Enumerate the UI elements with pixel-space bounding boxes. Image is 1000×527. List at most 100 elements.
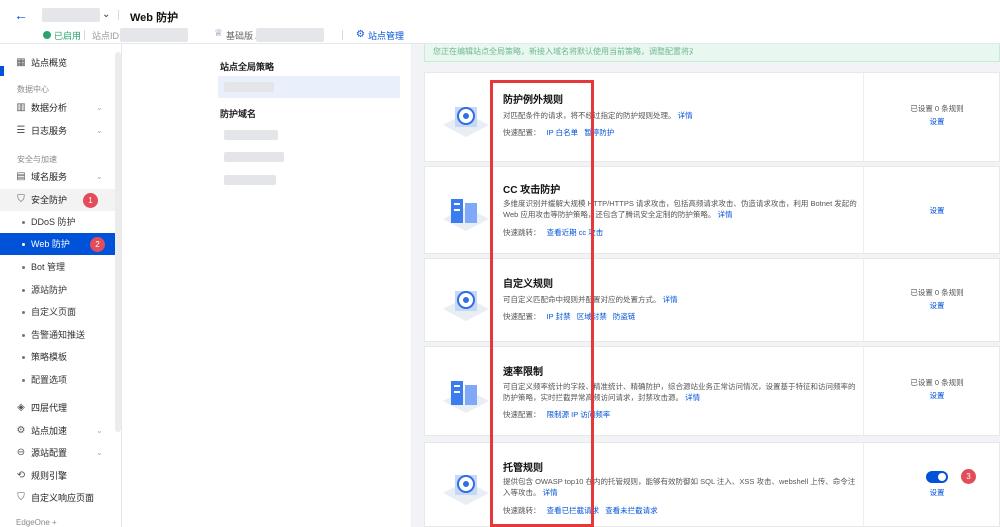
card-divider bbox=[863, 347, 864, 435]
card-desc: 可自定义匹配命中规则并配置对应的处置方式。 详情 bbox=[503, 294, 861, 305]
set-button[interactable]: 设置 bbox=[877, 300, 997, 311]
sidebar-scrollbar[interactable] bbox=[115, 52, 121, 432]
shield-icon: ⛉ bbox=[17, 194, 25, 205]
detail-link[interactable]: 详情 bbox=[543, 488, 558, 497]
quick-link-region-ban[interactable]: 区域封禁 bbox=[577, 312, 607, 321]
crown-icon: ♕ bbox=[214, 28, 223, 39]
sidebar-item-policy-template[interactable]: 策略模板 bbox=[0, 346, 115, 368]
sidebar-item-origin-protection[interactable]: 源站防护 bbox=[0, 279, 115, 301]
quick-link-ip-ban[interactable]: IP 封禁 bbox=[547, 312, 571, 321]
arrow-left-icon[interactable]: ← bbox=[14, 8, 28, 22]
server-illustration-icon bbox=[443, 199, 489, 231]
detail-link[interactable]: 详情 bbox=[663, 295, 678, 304]
quick-link-view-cc-attacks[interactable]: 查看近期 cc 攻击 bbox=[547, 228, 604, 237]
main-content: 您正在编辑站点全局策略，新接入域名将默认使用当前策略，调整配置将对 3 个域名生… bbox=[412, 44, 1000, 527]
strategy-panel: 站点全局策略 防护域名 bbox=[122, 44, 412, 527]
card-desc-text: 可自定义频率统计的字段、精准统计、精确防护，综合源站业务正常访问情况，设置基于特… bbox=[503, 382, 856, 402]
sidebar-item-ddos[interactable]: DDoS 防护 bbox=[0, 211, 115, 233]
plan-redacted bbox=[256, 28, 324, 42]
card-desc: 提供包含 OWASP top10 在内的托管规则，能够有效防御如 SQL 注入、… bbox=[503, 476, 861, 498]
rule-icon: ⟲ bbox=[16, 470, 26, 481]
detail-link[interactable]: 详情 bbox=[685, 393, 700, 402]
sidebar-item-acceleration[interactable]: ⚙ 站点加速 ⌄ bbox=[0, 420, 115, 442]
site-management-link[interactable]: 站点管理 bbox=[368, 29, 404, 42]
sidebar-item-l4-proxy[interactable]: ◈ 四层代理 bbox=[0, 397, 115, 419]
set-button[interactable]: 设置 bbox=[877, 205, 997, 216]
nav-group-security-acceleration: 安全与加速 bbox=[17, 155, 57, 164]
bullet-dot bbox=[22, 266, 25, 269]
card-action-area: 设置 bbox=[877, 203, 997, 216]
quick-link-limit-ip-rate[interactable]: 限制源 IP 访问频率 bbox=[547, 410, 611, 419]
chevron-down-icon: ⌄ bbox=[96, 103, 103, 112]
bullet-dot bbox=[22, 334, 25, 337]
domain-item-redacted[interactable] bbox=[224, 152, 284, 162]
card-divider bbox=[863, 259, 864, 341]
card-title: 托管规则 bbox=[503, 463, 543, 474]
check-circle-icon bbox=[43, 31, 51, 39]
folder-icon: ▤ bbox=[16, 171, 26, 182]
card-desc: 可自定义频率统计的字段、精准统计、精确防护，综合源站业务正常访问情况，设置基于特… bbox=[503, 381, 861, 403]
chevron-down-icon[interactable]: ⌄ bbox=[102, 8, 114, 22]
strategy-redacted bbox=[224, 82, 274, 92]
shield-illustration-icon bbox=[443, 107, 489, 137]
domain-item-redacted[interactable] bbox=[224, 175, 276, 185]
quick-link-ip-whitelist[interactable]: IP 白名单 bbox=[547, 128, 579, 137]
quick-link-view-blocked[interactable]: 查看已拦截请求 bbox=[547, 506, 600, 515]
bullet-dot bbox=[22, 356, 25, 359]
layers-icon: ◈ bbox=[17, 402, 25, 413]
bullet-dot bbox=[22, 289, 25, 292]
sidebar-item-log-service[interactable]: ☰ 日志服务 ⌄ bbox=[0, 120, 115, 142]
quick-link-anti-leech[interactable]: 防盗链 bbox=[613, 312, 636, 321]
sidebar-item-rule-engine[interactable]: ⟲ 规则引擎 bbox=[0, 465, 115, 487]
card-title: 防护例外规则 bbox=[503, 95, 563, 106]
bullet-dot bbox=[22, 221, 25, 224]
server-icon: ⊖ bbox=[16, 447, 26, 458]
sidebar-item-custom-page[interactable]: 自定义页面 bbox=[0, 301, 115, 323]
card-action-area: 已设置 0 条规则 设置 bbox=[877, 377, 997, 401]
quick-link-view-unblocked[interactable]: 查看未拦截请求 bbox=[605, 506, 658, 515]
set-button[interactable]: 设置 bbox=[877, 116, 997, 127]
global-strategy-label: 站点全局策略 bbox=[220, 62, 275, 72]
sidebar-item-domain-service[interactable]: ▤ 域名服务 ⌄ bbox=[0, 166, 115, 188]
card-action-area: 设置 3 bbox=[877, 469, 997, 498]
card-desc-text: 可自定义匹配命中规则并配置对应的处置方式。 bbox=[503, 295, 661, 304]
sidebar-item-origin-config[interactable]: ⊖ 源站配置 ⌄ bbox=[0, 442, 115, 464]
managed-rules-toggle[interactable] bbox=[926, 471, 948, 483]
sidebar-item-overview[interactable]: ▦ 站点概览 bbox=[0, 52, 115, 74]
bullet-dot bbox=[22, 311, 25, 314]
card-desc-text: 对匹配条件的请求，将不经过指定的防护规则处理。 bbox=[503, 111, 676, 120]
sidebar-item-alert-push[interactable]: 告警通知推送 bbox=[0, 324, 115, 346]
sidebar-item-security[interactable]: ⛉ 安全防护 1 bbox=[0, 189, 115, 211]
sidebar-item-config-options[interactable]: 配置选项 bbox=[0, 369, 115, 391]
set-button[interactable]: 设置 bbox=[877, 390, 997, 401]
nav-group-edgeone: EdgeOne + bbox=[16, 518, 57, 527]
notice-text: 您正在编辑站点全局策略，新接入域名将默认使用当前策略，调整配置将对 3 个域名生… bbox=[433, 47, 693, 56]
quick-label: 快速配置： bbox=[503, 128, 541, 137]
grid-icon: ▦ bbox=[16, 57, 26, 68]
card-action-area: 已设置 0 条规则 设置 bbox=[877, 103, 997, 127]
bullet-dot bbox=[22, 243, 25, 246]
card-quick: 快速跳转： 查看已拦截请求 查看未拦截请求 bbox=[503, 505, 658, 516]
sidebar-item-custom-response[interactable]: ⛉ 自定义响应页面 bbox=[0, 487, 115, 509]
plan-label: 基础版 / bbox=[226, 31, 259, 41]
sidebar-item-web-protection[interactable]: Web 防护 2 bbox=[0, 233, 115, 255]
detail-link[interactable]: 详情 bbox=[678, 111, 693, 120]
detail-link[interactable]: 详情 bbox=[717, 210, 732, 219]
domain-item-redacted[interactable] bbox=[224, 130, 278, 140]
rule-count: 已设置 0 条规则 bbox=[910, 104, 964, 113]
chart-icon: ▥ bbox=[16, 102, 26, 113]
sidebar-item-data-analysis[interactable]: ▥ 数据分析 ⌄ bbox=[0, 97, 115, 119]
site-name-redacted[interactable] bbox=[42, 8, 100, 22]
protected-domains-label: 防护域名 bbox=[220, 109, 257, 119]
global-strategy-item[interactable] bbox=[218, 76, 400, 98]
top-header: ← ⌄ Web 防护 已启用 站点ID: ♕ 基础版 / ⚙ 站点管理 bbox=[0, 0, 1000, 44]
settings-icon[interactable]: ⚙ bbox=[356, 29, 365, 40]
card-desc: 多维度识别并缓解大规模 HTTP/HTTPS 请求攻击，包括高频请求攻击、伪造请… bbox=[503, 198, 861, 220]
quick-link-pause-protection[interactable]: 暂停防护 bbox=[584, 128, 614, 137]
sidebar-item-bot[interactable]: Bot 管理 bbox=[0, 256, 115, 278]
status-divider bbox=[84, 30, 85, 40]
status-enabled: 已启用 bbox=[54, 31, 82, 41]
card-divider bbox=[863, 167, 864, 253]
set-button[interactable]: 设置 bbox=[877, 487, 997, 498]
annotation-badge-3: 3 bbox=[961, 469, 976, 484]
